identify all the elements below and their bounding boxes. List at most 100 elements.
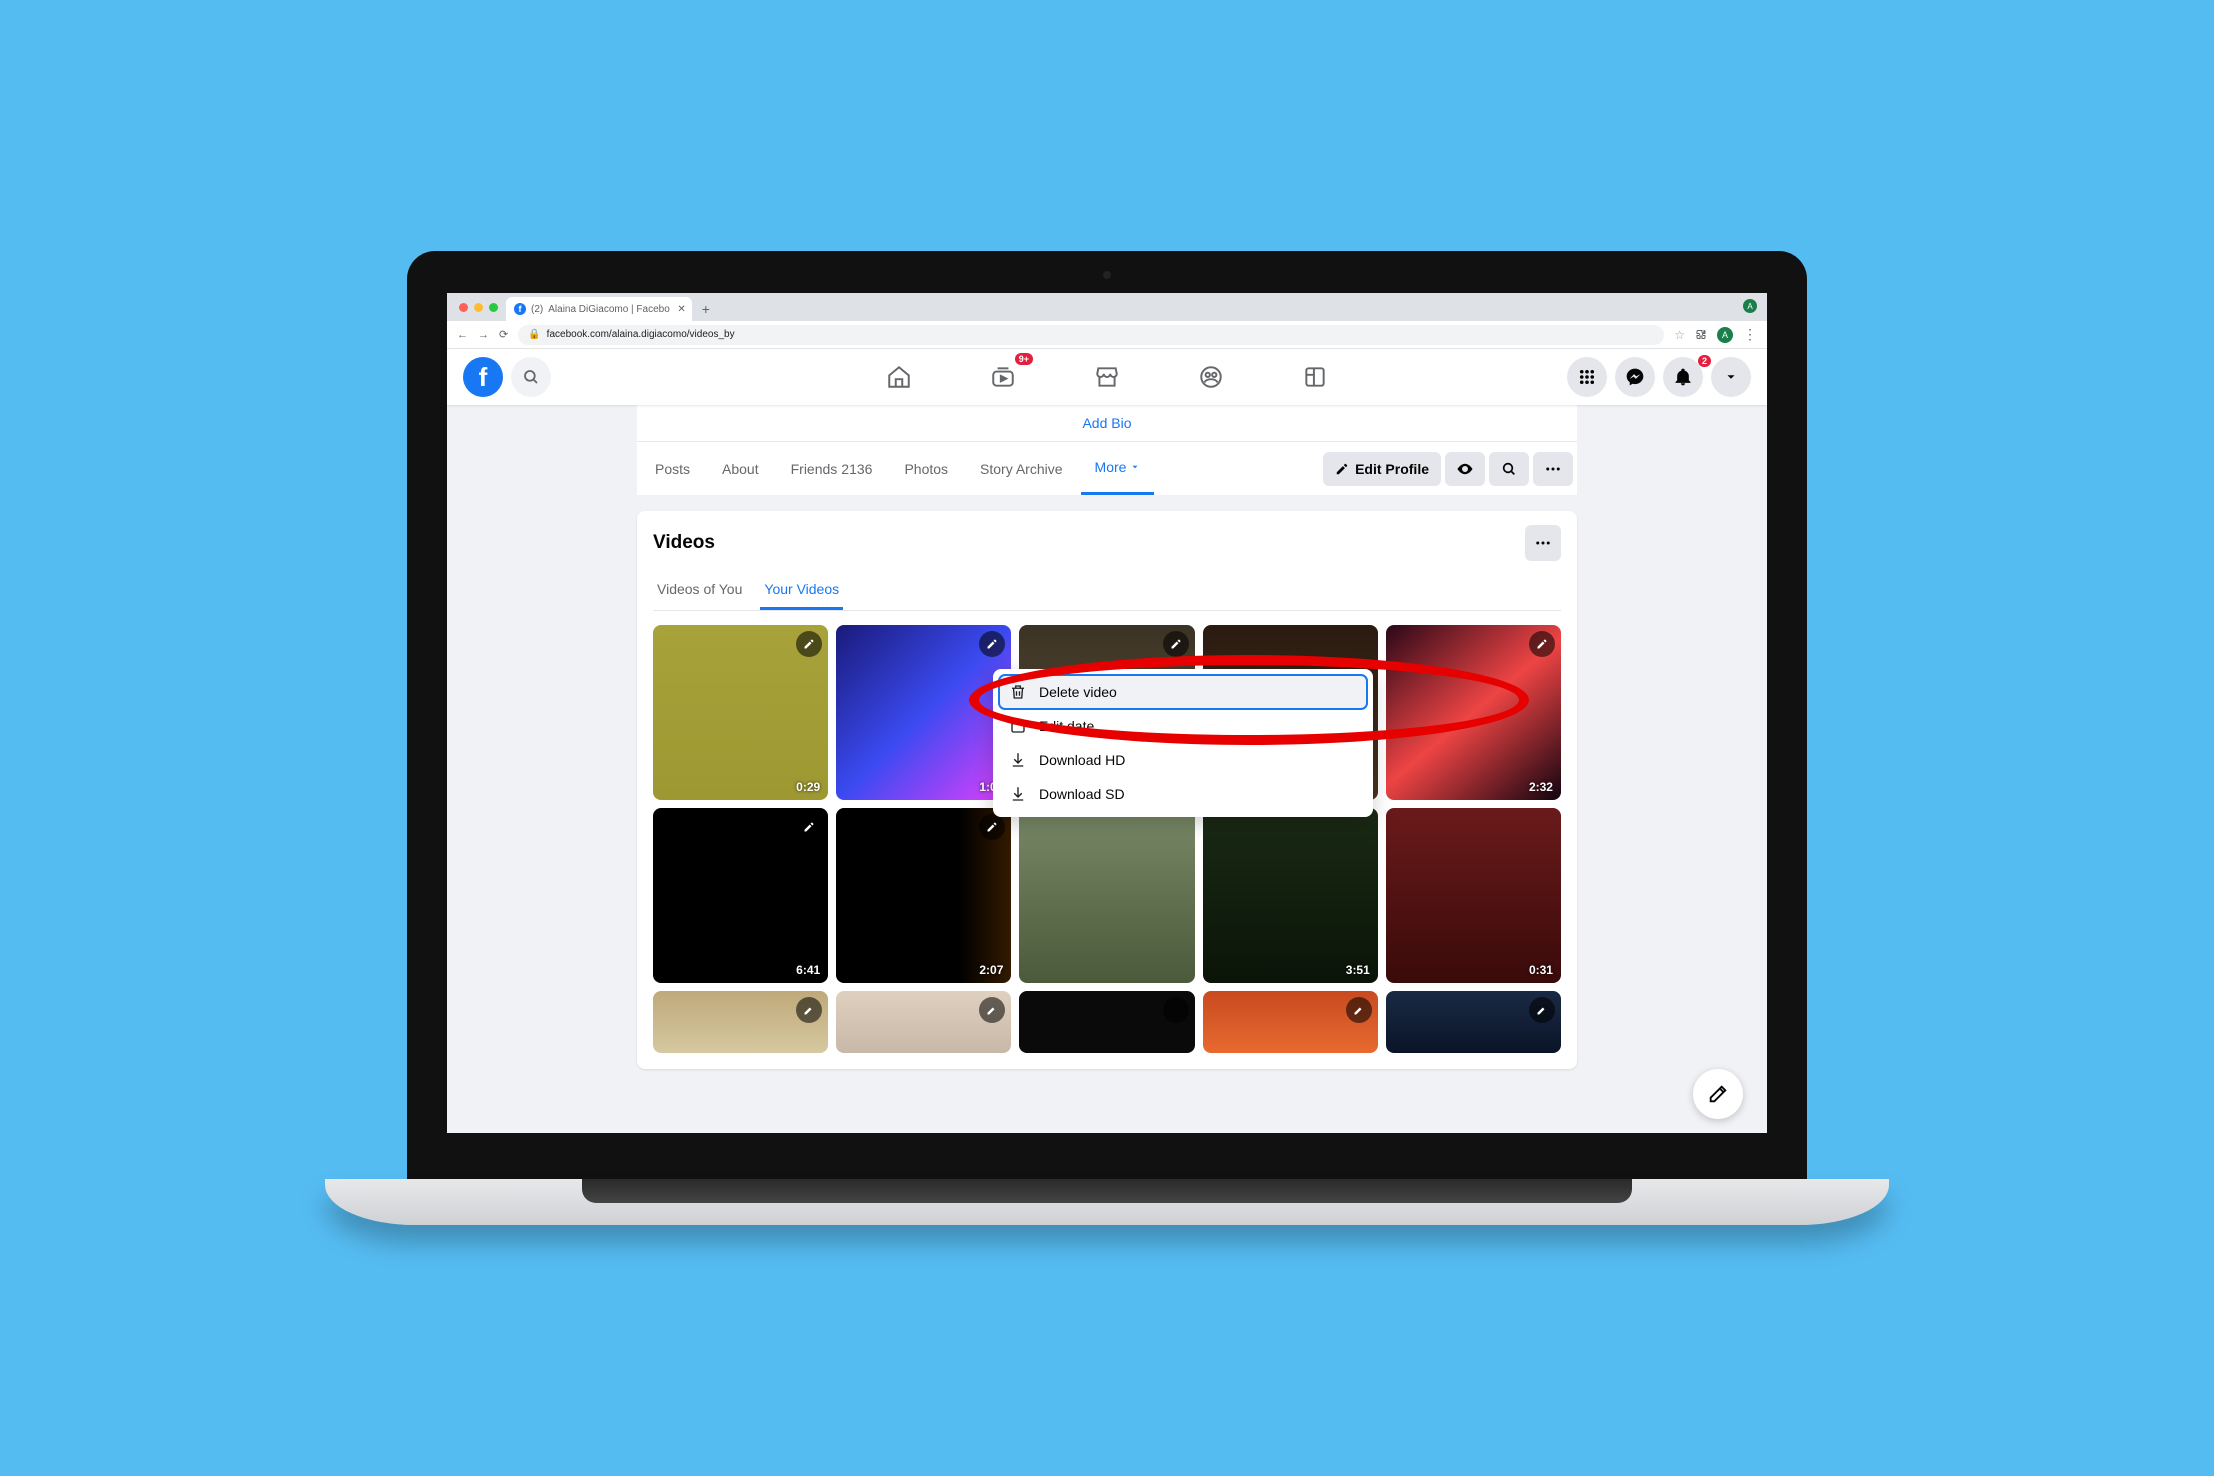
video-duration: 6:41 [796,963,820,977]
download-icon [1009,751,1027,769]
video-thumb[interactable] [1019,808,1194,983]
videos-card-menu[interactable] [1525,525,1561,561]
watch-icon [990,364,1016,390]
video-thumb[interactable] [1203,991,1378,1052]
screen-bezel: f (2) Alaina DiGiacomo | Facebo ✕ + A ← … [407,251,1807,1179]
thumb-edit-button[interactable] [796,997,822,1023]
pencil-icon [1170,638,1182,650]
thumb-edit-button[interactable] [1529,997,1555,1023]
thumb-edit-button[interactable] [979,814,1005,840]
video-duration: 3:51 [1346,963,1370,977]
window-minimize-icon[interactable] [474,303,483,312]
trash-icon [1009,683,1027,701]
edit-profile-label: Edit Profile [1355,461,1429,477]
video-thumb[interactable]: 2:32 [1386,625,1561,800]
videos-subtabs: Videos of You Your Videos [653,571,1561,611]
tab-more[interactable]: More [1081,442,1155,495]
thumb-edit-button[interactable] [979,997,1005,1023]
video-duration: 2:07 [979,963,1003,977]
video-thumb[interactable] [1386,991,1561,1052]
download-icon [1009,785,1027,803]
menu-edit-date[interactable]: Edit date [999,709,1367,743]
tab-posts[interactable]: Posts [641,442,704,495]
new-tab-button[interactable]: + [696,299,716,319]
video-thumb[interactable]: 0:29 [653,625,828,800]
grid-icon [1578,368,1596,386]
nav-gaming[interactable] [1293,355,1337,399]
tab-friends[interactable]: Friends 2136 [777,442,887,495]
chrome-profile-avatar[interactable]: A [1717,327,1733,343]
video-duration: 2:32 [1529,780,1553,794]
laptop-frame: f (2) Alaina DiGiacomo | Facebo ✕ + A ← … [407,251,1807,1225]
video-context-menu: Delete video Edit date Download HD [993,669,1373,817]
window-controls [459,303,498,312]
tab-about[interactable]: About [708,442,773,495]
edit-profile-button[interactable]: Edit Profile [1323,452,1441,486]
video-thumb[interactable]: 0:31 [1386,808,1561,983]
browser-tab[interactable]: f (2) Alaina DiGiacomo | Facebo ✕ [506,297,692,321]
menu-download-hd[interactable]: Download HD [999,743,1367,777]
search-icon [522,368,540,386]
nav-back-icon[interactable]: ← [457,329,468,341]
nav-marketplace[interactable] [1085,355,1129,399]
profile-search-button[interactable] [1489,452,1529,486]
tabbar-profile-avatar[interactable]: A [1743,299,1757,313]
eye-icon [1456,460,1474,478]
profile-nav: Posts About Friends 2136 Photos Story Ar… [637,441,1577,495]
video-thumb[interactable]: 3:51 [1203,808,1378,983]
view-as-button[interactable] [1445,452,1485,486]
subtab-videos-of-you[interactable]: Videos of You [653,571,746,610]
thumb-edit-button[interactable] [796,814,822,840]
groups-icon [1198,364,1224,390]
thumb-edit-button[interactable] [1529,631,1555,657]
video-thumb[interactable]: 6:41 [653,808,828,983]
thumb-edit-button[interactable] [1346,997,1372,1023]
header-right-actions: 2 [1567,357,1751,397]
gaming-icon [1302,364,1328,390]
bookmark-star-icon[interactable]: ☆ [1674,328,1685,342]
messenger-icon [1625,367,1645,387]
notifications-button[interactable]: 2 [1663,357,1703,397]
video-duration: 0:31 [1529,963,1553,977]
menu-delete-video[interactable]: Delete video [999,675,1367,709]
tab-photos[interactable]: Photos [890,442,962,495]
compose-fab[interactable] [1693,1069,1743,1119]
videos-card: Videos Videos of You Your Videos [637,511,1577,1069]
nav-forward-icon[interactable]: → [478,329,489,341]
subtab-your-videos[interactable]: Your Videos [760,571,843,610]
caret-down-icon [1130,462,1140,472]
video-thumb[interactable] [836,991,1011,1052]
thumb-edit-button[interactable] [1163,997,1189,1023]
apps-menu-button[interactable] [1567,357,1607,397]
thumb-edit-button[interactable] [796,631,822,657]
thumb-edit-button[interactable] [1163,631,1189,657]
video-thumb[interactable]: 2:07 [836,808,1011,983]
facebook-search-button[interactable] [511,357,551,397]
tab-story-archive[interactable]: Story Archive [966,442,1076,495]
nav-home[interactable] [877,355,921,399]
tab-close-icon[interactable]: ✕ [677,304,685,315]
nav-watch[interactable]: 9+ [981,355,1025,399]
ellipsis-icon [1534,534,1552,552]
video-thumb[interactable] [653,991,828,1052]
facebook-logo-icon[interactable]: f [463,357,503,397]
video-thumb[interactable]: 1:01 [836,625,1011,800]
account-dropdown-button[interactable] [1711,357,1751,397]
extensions-icon[interactable] [1695,329,1707,341]
window-close-icon[interactable] [459,303,468,312]
nav-reload-icon[interactable]: ⟳ [499,328,508,341]
menu-label: Edit date [1039,718,1094,734]
chrome-menu-icon[interactable]: ⋮ [1743,326,1757,343]
profile-more-button[interactable] [1533,452,1573,486]
add-bio-link[interactable]: Add Bio [637,405,1577,441]
videos-grid-row3 [653,991,1561,1052]
window-maximize-icon[interactable] [489,303,498,312]
nav-groups[interactable] [1189,355,1233,399]
video-thumb[interactable] [1019,991,1194,1052]
address-bar[interactable]: 🔒 facebook.com/alaina.digiacomo/videos_b… [518,325,1664,345]
messenger-button[interactable] [1615,357,1655,397]
profile-container: Add Bio Posts About Friends 2136 Photos … [637,405,1577,1069]
menu-download-sd[interactable]: Download SD [999,777,1367,811]
pencil-icon [803,821,815,833]
thumb-edit-button[interactable] [979,631,1005,657]
